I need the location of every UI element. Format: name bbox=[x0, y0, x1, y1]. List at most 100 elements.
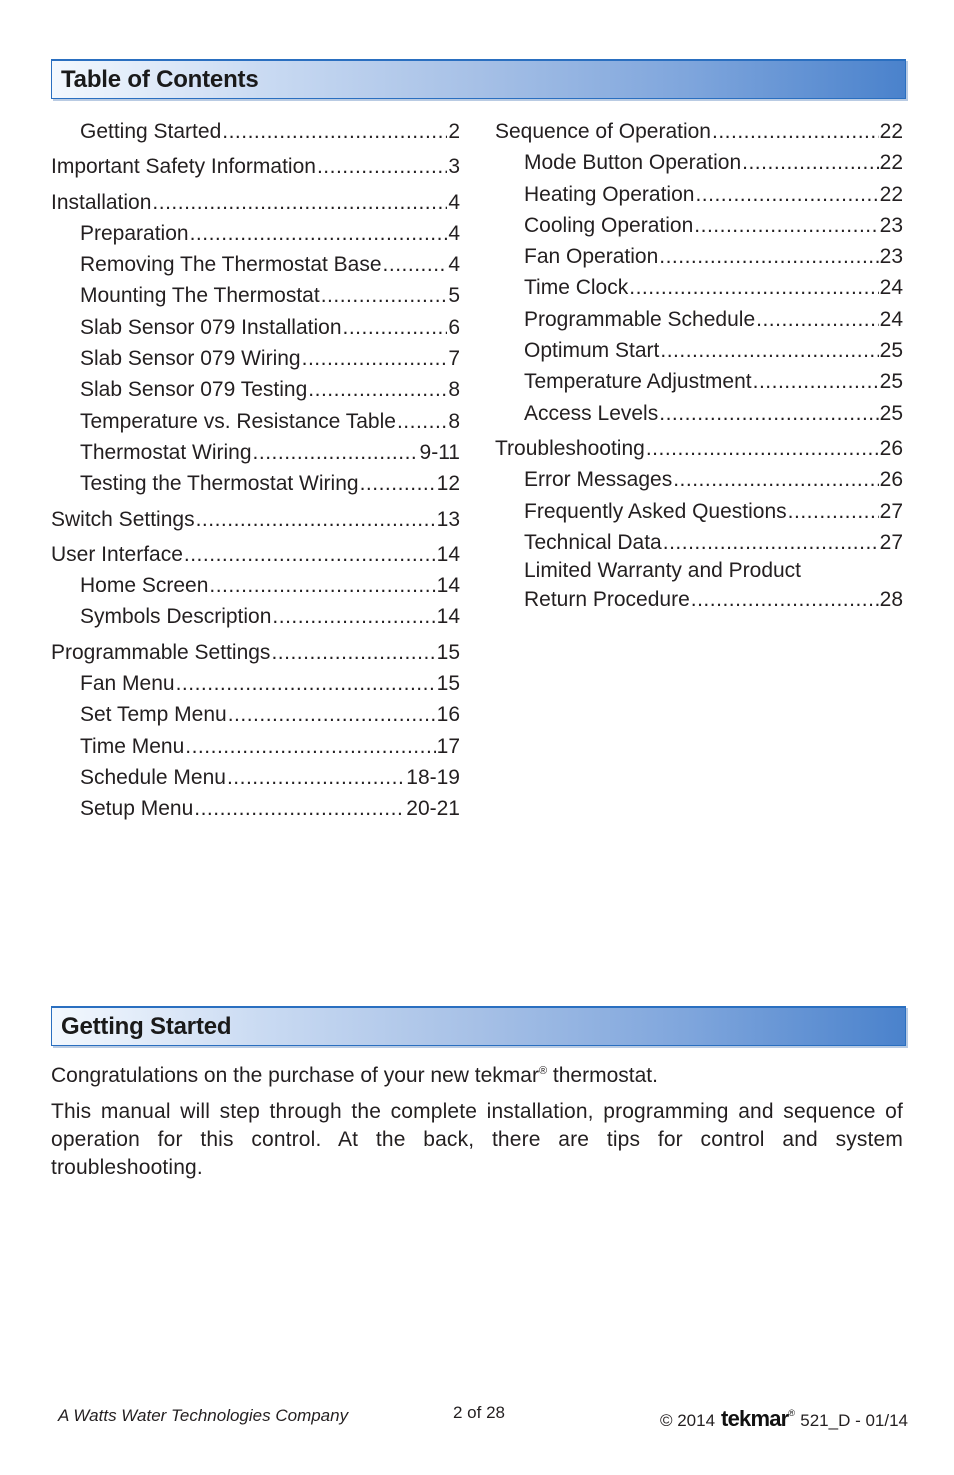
toc-page-number: 13 bbox=[436, 507, 460, 531]
toc-section-header: Table of Contents bbox=[51, 59, 906, 99]
brand-logo: tekmar® bbox=[721, 1406, 795, 1432]
toc-group: User Interface14Home Screen14Symbols Des… bbox=[51, 539, 460, 633]
toc-subentry[interactable]: Fan Operation 23 bbox=[495, 241, 903, 272]
toc-page-number: 26 bbox=[879, 436, 903, 460]
toc-subentry[interactable]: Access Levels 25 bbox=[495, 398, 903, 429]
toc-subentry[interactable]: Symbols Description 14 bbox=[51, 601, 460, 632]
toc-entry[interactable]: User Interface 14 bbox=[51, 539, 460, 570]
toc-subentry[interactable]: Getting Started 2 bbox=[51, 116, 460, 147]
dot-leader bbox=[660, 335, 878, 366]
toc-entry[interactable]: Switch Settings 13 bbox=[51, 504, 460, 535]
toc-page-number: 2 bbox=[448, 120, 460, 143]
toc-subentry[interactable]: Set Temp Menu 16 bbox=[51, 699, 460, 730]
toc-subentry[interactable]: Technical Data 27 bbox=[495, 527, 903, 558]
manual-description-paragraph: This manual will step through the comple… bbox=[51, 1100, 903, 1179]
toc-entry-line2: Return Procedure 28 bbox=[524, 584, 903, 615]
toc-page-number: 8 bbox=[448, 378, 460, 402]
toc-subentry[interactable]: Testing the Thermostat Wiring 12 bbox=[51, 468, 460, 499]
dot-leader bbox=[646, 433, 879, 464]
toc-group: Switch Settings 13 bbox=[51, 504, 460, 535]
toc-entry[interactable]: Installation 4 bbox=[51, 187, 460, 218]
toc-subentry[interactable]: Heating Operation 22 bbox=[495, 179, 903, 210]
toc-subentry[interactable]: Slab Sensor 079 Wiring 7 bbox=[51, 343, 460, 374]
toc-page-number: 7 bbox=[448, 347, 460, 371]
toc-entry-title: Set Temp Menu bbox=[80, 703, 227, 727]
toc-subentry[interactable]: Error Messages 26 bbox=[495, 464, 903, 495]
toc-subentry[interactable]: Thermostat Wiring 9-11 bbox=[51, 437, 460, 468]
toc-page-number: 22 bbox=[879, 151, 903, 175]
intro-text: Congratulations on the purchase of your … bbox=[51, 1064, 539, 1087]
toc-subentry[interactable]: Fan Menu 15 bbox=[51, 668, 460, 699]
dot-leader bbox=[185, 731, 435, 762]
dot-leader bbox=[227, 762, 405, 793]
toc-subentry[interactable]: Time Clock 24 bbox=[495, 272, 903, 303]
toc-entry[interactable]: Important Safety Information 3 bbox=[51, 151, 460, 182]
toc-entry-title: Home Screen bbox=[80, 574, 209, 598]
toc-page-number: 23 bbox=[879, 245, 903, 269]
toc-entry-title: Slab Sensor 079 Testing bbox=[80, 378, 308, 402]
toc-subentry[interactable]: Time Menu 17 bbox=[51, 731, 460, 762]
toc-page-number: 24 bbox=[879, 307, 903, 331]
dot-leader bbox=[184, 539, 436, 570]
toc-entry-title: Thermostat Wiring bbox=[80, 440, 252, 464]
toc-entry-title: Preparation bbox=[80, 221, 189, 245]
dot-leader bbox=[663, 527, 879, 558]
toc-entry[interactable]: Troubleshooting 26 bbox=[495, 433, 903, 464]
toc-entry-title: Getting Started bbox=[80, 120, 222, 143]
toc-subentry[interactable]: Temperature vs. Resistance Table 8 bbox=[51, 406, 460, 437]
dot-leader bbox=[383, 249, 448, 280]
toc-subentry[interactable]: Cooling Operation 23 bbox=[495, 210, 903, 241]
dot-leader bbox=[228, 699, 436, 730]
toc-entry-title: Removing The Thermostat Base bbox=[80, 253, 382, 277]
toc-group: Getting Started 2 bbox=[51, 116, 460, 147]
dot-leader bbox=[788, 496, 879, 527]
toc-page-number: 17 bbox=[436, 734, 460, 758]
toc-page-number: 14 bbox=[436, 542, 460, 566]
toc-subentry[interactable]: Mounting The Thermostat 5 bbox=[51, 280, 460, 311]
toc-subentry[interactable]: Optimum Start 25 bbox=[495, 335, 903, 366]
toc-page-number: 5 bbox=[448, 284, 460, 308]
dot-leader bbox=[271, 637, 435, 668]
toc-entry-title: Fan Menu bbox=[80, 672, 175, 696]
toc-entry-title: Mode Button Operation bbox=[524, 151, 742, 175]
toc-subentry[interactable]: Home Screen 14 bbox=[51, 570, 460, 601]
toc-entry[interactable]: Sequence of Operation 22 bbox=[495, 116, 903, 147]
toc-subentry[interactable]: Slab Sensor 079 Testing 8 bbox=[51, 374, 460, 405]
getting-started-heading: Getting Started bbox=[61, 1013, 232, 1040]
toc-right-column: Sequence of Operation22Mode Button Opera… bbox=[495, 116, 903, 619]
toc-subentry[interactable]: Mode Button Operation 22 bbox=[495, 147, 903, 178]
toc-entry-title: Sequence of Operation bbox=[495, 120, 711, 143]
intro-text-end: thermostat. bbox=[547, 1064, 658, 1087]
toc-subentry[interactable]: Temperature Adjustment 25 bbox=[495, 366, 903, 397]
toc-entry-title: Time Menu bbox=[80, 734, 185, 758]
dot-leader bbox=[742, 147, 879, 178]
getting-started-body: Congratulations on the purchase of your … bbox=[51, 1062, 903, 1190]
toc-entry-title: Symbols Description bbox=[80, 605, 272, 629]
toc-subentry[interactable]: Preparation 4 bbox=[51, 218, 460, 249]
toc-entry[interactable]: Programmable Settings 15 bbox=[51, 637, 460, 668]
document-code: 521_D - 01/14 bbox=[800, 1411, 908, 1430]
toc-page-number: 26 bbox=[879, 468, 903, 492]
toc-page-number: 6 bbox=[448, 315, 460, 339]
dot-leader bbox=[360, 468, 436, 499]
toc-subentry[interactable]: Programmable Schedule 24 bbox=[495, 304, 903, 335]
toc-subentry[interactable]: Frequently Asked Questions 27 bbox=[495, 496, 903, 527]
dot-leader bbox=[308, 374, 447, 405]
toc-entry-title: Temperature vs. Resistance Table bbox=[80, 409, 396, 433]
dot-leader bbox=[190, 218, 448, 249]
dot-leader bbox=[712, 116, 879, 147]
toc-subentry[interactable]: Limited Warranty and Product Return Proce… bbox=[495, 558, 903, 615]
toc-page-number: 25 bbox=[879, 339, 903, 363]
toc-page-number: 16 bbox=[436, 703, 460, 727]
toc-page-number: 25 bbox=[879, 401, 903, 425]
toc-subentry[interactable]: Setup Menu 20-21 bbox=[51, 793, 460, 824]
toc-subentry[interactable]: Removing The Thermostat Base 4 bbox=[51, 249, 460, 280]
toc-entry-title-cont: Return Procedure bbox=[524, 588, 690, 612]
toc-entry-title: Slab Sensor 079 Installation bbox=[80, 315, 342, 339]
toc-subentry[interactable]: Schedule Menu 18-19 bbox=[51, 762, 460, 793]
toc-entry-title: Testing the Thermostat Wiring bbox=[80, 472, 359, 496]
toc-page-number: 22 bbox=[879, 182, 903, 206]
toc-subentry[interactable]: Slab Sensor 079 Installation 6 bbox=[51, 312, 460, 343]
dot-leader bbox=[321, 280, 448, 311]
toc-entry-title: Temperature Adjustment bbox=[524, 370, 752, 394]
